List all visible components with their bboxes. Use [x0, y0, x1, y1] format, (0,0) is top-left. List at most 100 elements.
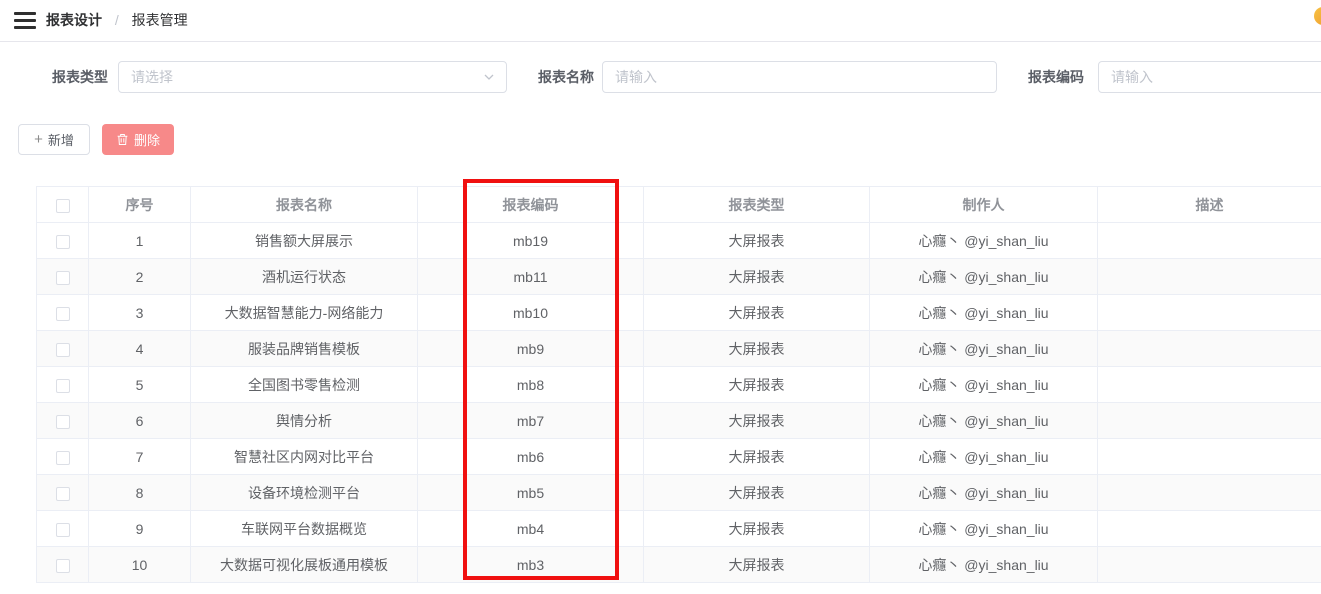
report-name-input[interactable]	[602, 61, 997, 93]
row-checkbox-cell	[37, 259, 89, 295]
row-seq: 3	[89, 295, 191, 331]
add-button-label: 新增	[48, 130, 74, 149]
breadcrumb-separator: /	[115, 12, 119, 28]
row-description	[1098, 295, 1321, 331]
plus-icon: +	[34, 131, 43, 148]
breadcrumb: 报表设计 / 报表管理	[46, 0, 188, 41]
row-description	[1098, 223, 1321, 259]
row-checkbox[interactable]	[56, 343, 70, 357]
header-name: 报表名称	[191, 187, 418, 223]
row-description	[1098, 511, 1321, 547]
report-code-label: 报表编码	[1028, 62, 1084, 92]
row-description	[1098, 403, 1321, 439]
row-report-name: 车联网平台数据概览	[191, 511, 418, 547]
table-row: 7智慧社区内网对比平台mb6大屏报表心癮丶 @yi_shan_liu	[37, 439, 1321, 475]
row-report-type: 大屏报表	[644, 403, 870, 439]
report-type-label: 报表类型	[52, 62, 108, 92]
table-row: 2酒机运行状态mb11大屏报表心癮丶 @yi_shan_liu	[37, 259, 1321, 295]
row-checkbox-cell	[37, 439, 89, 475]
row-report-name: 服装品牌销售模板	[191, 331, 418, 367]
row-report-code: mb4	[418, 511, 644, 547]
row-checkbox-cell	[37, 223, 89, 259]
row-report-name: 舆情分析	[191, 403, 418, 439]
row-creator: 心癮丶 @yi_shan_liu	[870, 547, 1098, 583]
row-report-type: 大屏报表	[644, 475, 870, 511]
row-report-name: 全国图书零售检测	[191, 367, 418, 403]
header-type: 报表类型	[644, 187, 870, 223]
row-creator: 心癮丶 @yi_shan_liu	[870, 331, 1098, 367]
avatar[interactable]	[1314, 7, 1321, 25]
table-row: 6舆情分析mb7大屏报表心癮丶 @yi_shan_liu	[37, 403, 1321, 439]
row-report-type: 大屏报表	[644, 223, 870, 259]
row-description	[1098, 259, 1321, 295]
row-report-type: 大屏报表	[644, 259, 870, 295]
hamburger-menu-icon[interactable]	[14, 12, 36, 30]
row-checkbox[interactable]	[56, 523, 70, 537]
row-report-type: 大屏报表	[644, 547, 870, 583]
row-report-code: mb5	[418, 475, 644, 511]
row-seq: 5	[89, 367, 191, 403]
row-checkbox[interactable]	[56, 235, 70, 249]
breadcrumb-report-design[interactable]: 报表设计	[46, 12, 102, 28]
row-report-code: mb3	[418, 547, 644, 583]
table-row: 10大数据可视化展板通用模板mb3大屏报表心癮丶 @yi_shan_liu	[37, 547, 1321, 583]
row-report-name: 大数据可视化展板通用模板	[191, 547, 418, 583]
row-checkbox[interactable]	[56, 379, 70, 393]
row-report-name: 销售额大屏展示	[191, 223, 418, 259]
row-description	[1098, 367, 1321, 403]
row-description	[1098, 547, 1321, 583]
row-checkbox-cell	[37, 547, 89, 583]
row-seq: 1	[89, 223, 191, 259]
row-description	[1098, 331, 1321, 367]
row-description	[1098, 475, 1321, 511]
table-row: 8设备环境检测平台mb5大屏报表心癮丶 @yi_shan_liu	[37, 475, 1321, 511]
row-report-code: mb6	[418, 439, 644, 475]
add-button[interactable]: + 新增	[18, 124, 90, 155]
top-navbar: 报表设计 / 报表管理	[0, 0, 1321, 42]
breadcrumb-report-management: 报表管理	[132, 12, 188, 28]
header-desc: 描述	[1098, 187, 1321, 223]
row-seq: 9	[89, 511, 191, 547]
row-report-code: mb11	[418, 259, 644, 295]
row-seq: 8	[89, 475, 191, 511]
row-checkbox[interactable]	[56, 271, 70, 285]
row-report-type: 大屏报表	[644, 439, 870, 475]
row-report-name: 大数据智慧能力-网络能力	[191, 295, 418, 331]
row-checkbox[interactable]	[56, 451, 70, 465]
row-report-code: mb10	[418, 295, 644, 331]
row-creator: 心癮丶 @yi_shan_liu	[870, 259, 1098, 295]
delete-button-label: 删除	[134, 130, 160, 149]
row-report-name: 智慧社区内网对比平台	[191, 439, 418, 475]
row-checkbox[interactable]	[56, 307, 70, 321]
row-seq: 10	[89, 547, 191, 583]
row-checkbox[interactable]	[56, 487, 70, 501]
report-table: 序号 报表名称 报表编码 报表类型 制作人 描述 1销售额大屏展示mb19大屏报…	[36, 186, 1321, 583]
select-all-checkbox[interactable]	[56, 199, 70, 213]
row-description	[1098, 439, 1321, 475]
row-checkbox[interactable]	[56, 415, 70, 429]
delete-button[interactable]: 删除	[102, 124, 174, 155]
row-report-type: 大屏报表	[644, 295, 870, 331]
row-report-type: 大屏报表	[644, 331, 870, 367]
table-row: 3大数据智慧能力-网络能力mb10大屏报表心癮丶 @yi_shan_liu	[37, 295, 1321, 331]
row-seq: 2	[89, 259, 191, 295]
trash-icon	[116, 133, 129, 146]
header-select-all	[37, 187, 89, 223]
table-row: 4服装品牌销售模板mb9大屏报表心癮丶 @yi_shan_liu	[37, 331, 1321, 367]
table-row: 1销售额大屏展示mb19大屏报表心癮丶 @yi_shan_liu	[37, 223, 1321, 259]
row-creator: 心癮丶 @yi_shan_liu	[870, 439, 1098, 475]
row-report-type: 大屏报表	[644, 367, 870, 403]
report-type-select[interactable]	[118, 61, 507, 93]
row-creator: 心癮丶 @yi_shan_liu	[870, 511, 1098, 547]
row-checkbox-cell	[37, 511, 89, 547]
row-creator: 心癮丶 @yi_shan_liu	[870, 223, 1098, 259]
row-checkbox[interactable]	[56, 559, 70, 573]
table-header-row: 序号 报表名称 报表编码 报表类型 制作人 描述	[37, 187, 1321, 223]
table-row: 5全国图书零售检测mb8大屏报表心癮丶 @yi_shan_liu	[37, 367, 1321, 403]
row-report-name: 设备环境检测平台	[191, 475, 418, 511]
row-creator: 心癮丶 @yi_shan_liu	[870, 367, 1098, 403]
row-checkbox-cell	[37, 295, 89, 331]
row-creator: 心癮丶 @yi_shan_liu	[870, 295, 1098, 331]
row-seq: 7	[89, 439, 191, 475]
report-code-input[interactable]	[1098, 61, 1321, 93]
